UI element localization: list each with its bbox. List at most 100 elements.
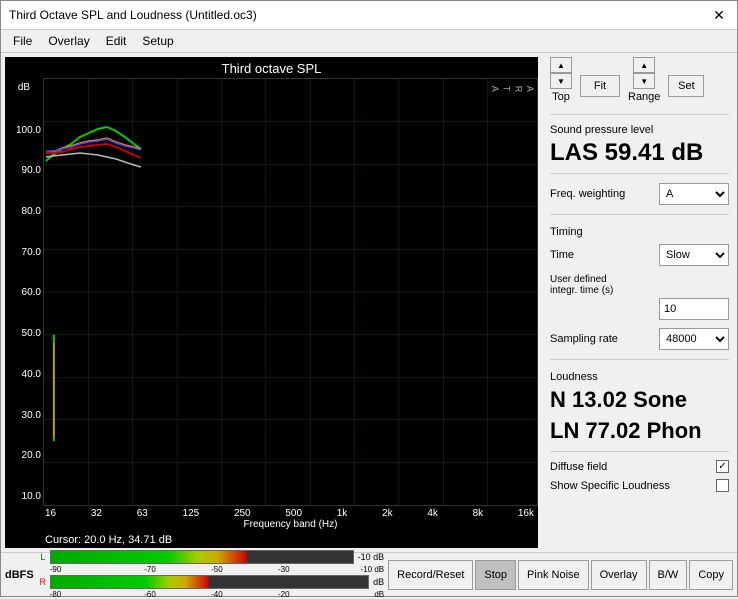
cursor-info: Cursor: 20.0 Hz, 34.71 dB xyxy=(5,532,538,548)
menu-edit[interactable]: Edit xyxy=(98,32,135,50)
top-nav-group: ▲ ▼ Top xyxy=(550,57,572,103)
freq-weighting-select[interactable]: A B C Z xyxy=(659,183,729,205)
main-window: Third Octave SPL and Loudness (Untitled.… xyxy=(0,0,738,597)
range-label: Range xyxy=(628,91,660,103)
scale-label-dbr: dB xyxy=(317,590,384,599)
meter-l-scale-labels: -90 -70 -50 -30 -10 dB xyxy=(50,565,384,574)
y-label-100: 100.0 xyxy=(7,125,41,136)
x-label-8k: 8k xyxy=(473,508,484,519)
channel-r-label: R xyxy=(38,577,48,587)
time-row: Time Slow Fast Impulse xyxy=(550,244,729,266)
set-button[interactable]: Set xyxy=(668,75,704,97)
fit-button[interactable]: Fit xyxy=(580,75,620,97)
copy-button[interactable]: Copy xyxy=(689,560,733,590)
divider-3 xyxy=(550,214,729,215)
scale-label-40r: -40 xyxy=(183,590,250,599)
chart-title: Third octave SPL xyxy=(5,57,538,78)
show-specific-checkbox[interactable] xyxy=(716,479,729,492)
y-label-80: 80.0 xyxy=(7,206,41,217)
meter-row-l: L -10 dB xyxy=(38,550,384,564)
scale-label-70l: -70 xyxy=(117,565,184,574)
x-label-125: 125 xyxy=(183,508,200,519)
freq-weighting-row: Freq. weighting A B C Z xyxy=(550,183,729,205)
meter-r-scale-labels: -80 -60 -40 -20 dB xyxy=(50,590,384,599)
divider-1 xyxy=(550,114,729,115)
record-reset-button[interactable]: Record/Reset xyxy=(388,560,473,590)
divider-2 xyxy=(550,173,729,174)
x-axis-title: Frequency band (Hz) xyxy=(43,519,538,530)
spl-value: LAS 59.41 dB xyxy=(550,140,729,166)
divider-5 xyxy=(550,451,729,452)
menu-file[interactable]: File xyxy=(5,32,40,50)
time-label: Time xyxy=(550,249,574,261)
loudness-n-value: N 13.02 Sone xyxy=(550,387,729,413)
x-label-4k: 4k xyxy=(427,508,438,519)
set-nav-group: Set xyxy=(668,57,704,97)
right-panel: ▲ ▼ Top Fit ▲ ▼ Range xyxy=(542,53,737,552)
pink-noise-button[interactable]: Pink Noise xyxy=(518,560,589,590)
menu-bar: File Overlay Edit Setup xyxy=(1,30,737,53)
x-label-250: 250 xyxy=(234,508,251,519)
x-label-32: 32 xyxy=(91,508,102,519)
scale-label-10l: -10 dB xyxy=(317,565,384,574)
divider-4 xyxy=(550,359,729,360)
meter-bar-r xyxy=(50,575,369,589)
user-integr-input[interactable] xyxy=(659,298,729,320)
overlay-button[interactable]: Overlay xyxy=(591,560,647,590)
scale-label-30l: -30 xyxy=(250,565,317,574)
x-label-63: 63 xyxy=(137,508,148,519)
scale-label-90l: -90 xyxy=(50,565,117,574)
y-label-60: 60.0 xyxy=(7,287,41,298)
show-specific-label: Show Specific Loudness xyxy=(550,480,670,492)
loudness-title: Loudness xyxy=(550,371,729,383)
top-btn-pair: ▲ ▼ xyxy=(550,57,572,89)
top-down-button[interactable]: ▼ xyxy=(550,73,572,89)
range-up-button[interactable]: ▲ xyxy=(633,57,655,73)
show-specific-row: Show Specific Loudness xyxy=(550,479,729,492)
meter-l-scale: -10 dB xyxy=(358,552,385,562)
y-label-40: 40.0 xyxy=(7,369,41,380)
sampling-rate-row: Sampling rate 44100 48000 96000 xyxy=(550,328,729,350)
main-content: Third octave SPL dB 100.0 90.0 80.0 70.0… xyxy=(1,53,737,552)
user-integr-label: User definedintegr. time (s) xyxy=(550,274,613,296)
y-label-70: 70.0 xyxy=(7,247,41,258)
loudness-ln-value: LN 77.02 Phon xyxy=(550,418,729,444)
sampling-rate-select[interactable]: 44100 48000 96000 xyxy=(659,328,729,350)
x-label-2k: 2k xyxy=(382,508,393,519)
meter-row-r: R dB xyxy=(38,575,384,589)
level-meters: L -10 dB -90 -70 -50 -30 -10 dB R dB xyxy=(38,550,384,599)
sampling-rate-label: Sampling rate xyxy=(550,333,618,345)
x-labels: 16 32 63 125 250 500 1k 2k 4k 8k 16k xyxy=(43,508,538,519)
title-bar: Third Octave SPL and Loudness (Untitled.… xyxy=(1,1,737,30)
scale-label-50l: -50 xyxy=(183,565,250,574)
timing-title: Timing xyxy=(550,226,729,238)
y-label-20: 20.0 xyxy=(7,450,41,461)
chart-area: Third octave SPL dB 100.0 90.0 80.0 70.0… xyxy=(5,57,538,548)
meter-bar-l xyxy=(50,550,354,564)
y-label-30: 30.0 xyxy=(7,410,41,421)
window-title: Third Octave SPL and Loudness (Untitled.… xyxy=(9,8,257,22)
bw-button[interactable]: B/W xyxy=(649,560,688,590)
freq-weighting-label: Freq. weighting xyxy=(550,188,625,200)
stop-button[interactable]: Stop xyxy=(475,560,516,590)
range-down-button[interactable]: ▼ xyxy=(633,73,655,89)
x-label-16k: 16k xyxy=(518,508,534,519)
time-select[interactable]: Slow Fast Impulse xyxy=(659,244,729,266)
diffuse-field-checkbox[interactable]: ✓ xyxy=(716,460,729,473)
chart-plot[interactable]: ARTA xyxy=(43,78,538,506)
diffuse-field-label: Diffuse field xyxy=(550,461,607,473)
arta-watermark: ARTA xyxy=(488,86,535,93)
x-label-1k: 1k xyxy=(337,508,348,519)
fit-nav-group: Fit xyxy=(580,57,620,97)
range-nav-group: ▲ ▼ Range xyxy=(628,57,660,103)
scale-label-20r: -20 xyxy=(250,590,317,599)
y-axis: dB 100.0 90.0 80.0 70.0 60.0 50.0 40.0 3… xyxy=(5,78,43,506)
close-button[interactable]: ✕ xyxy=(709,5,729,25)
top-up-button[interactable]: ▲ xyxy=(550,57,572,73)
menu-overlay[interactable]: Overlay xyxy=(40,32,97,50)
x-label-16: 16 xyxy=(45,508,56,519)
user-integr-row: User definedintegr. time (s) xyxy=(550,274,729,320)
menu-setup[interactable]: Setup xyxy=(134,32,181,50)
action-buttons: Record/Reset Stop Pink Noise Overlay B/W… xyxy=(388,560,733,590)
y-label-90: 90.0 xyxy=(7,165,41,176)
